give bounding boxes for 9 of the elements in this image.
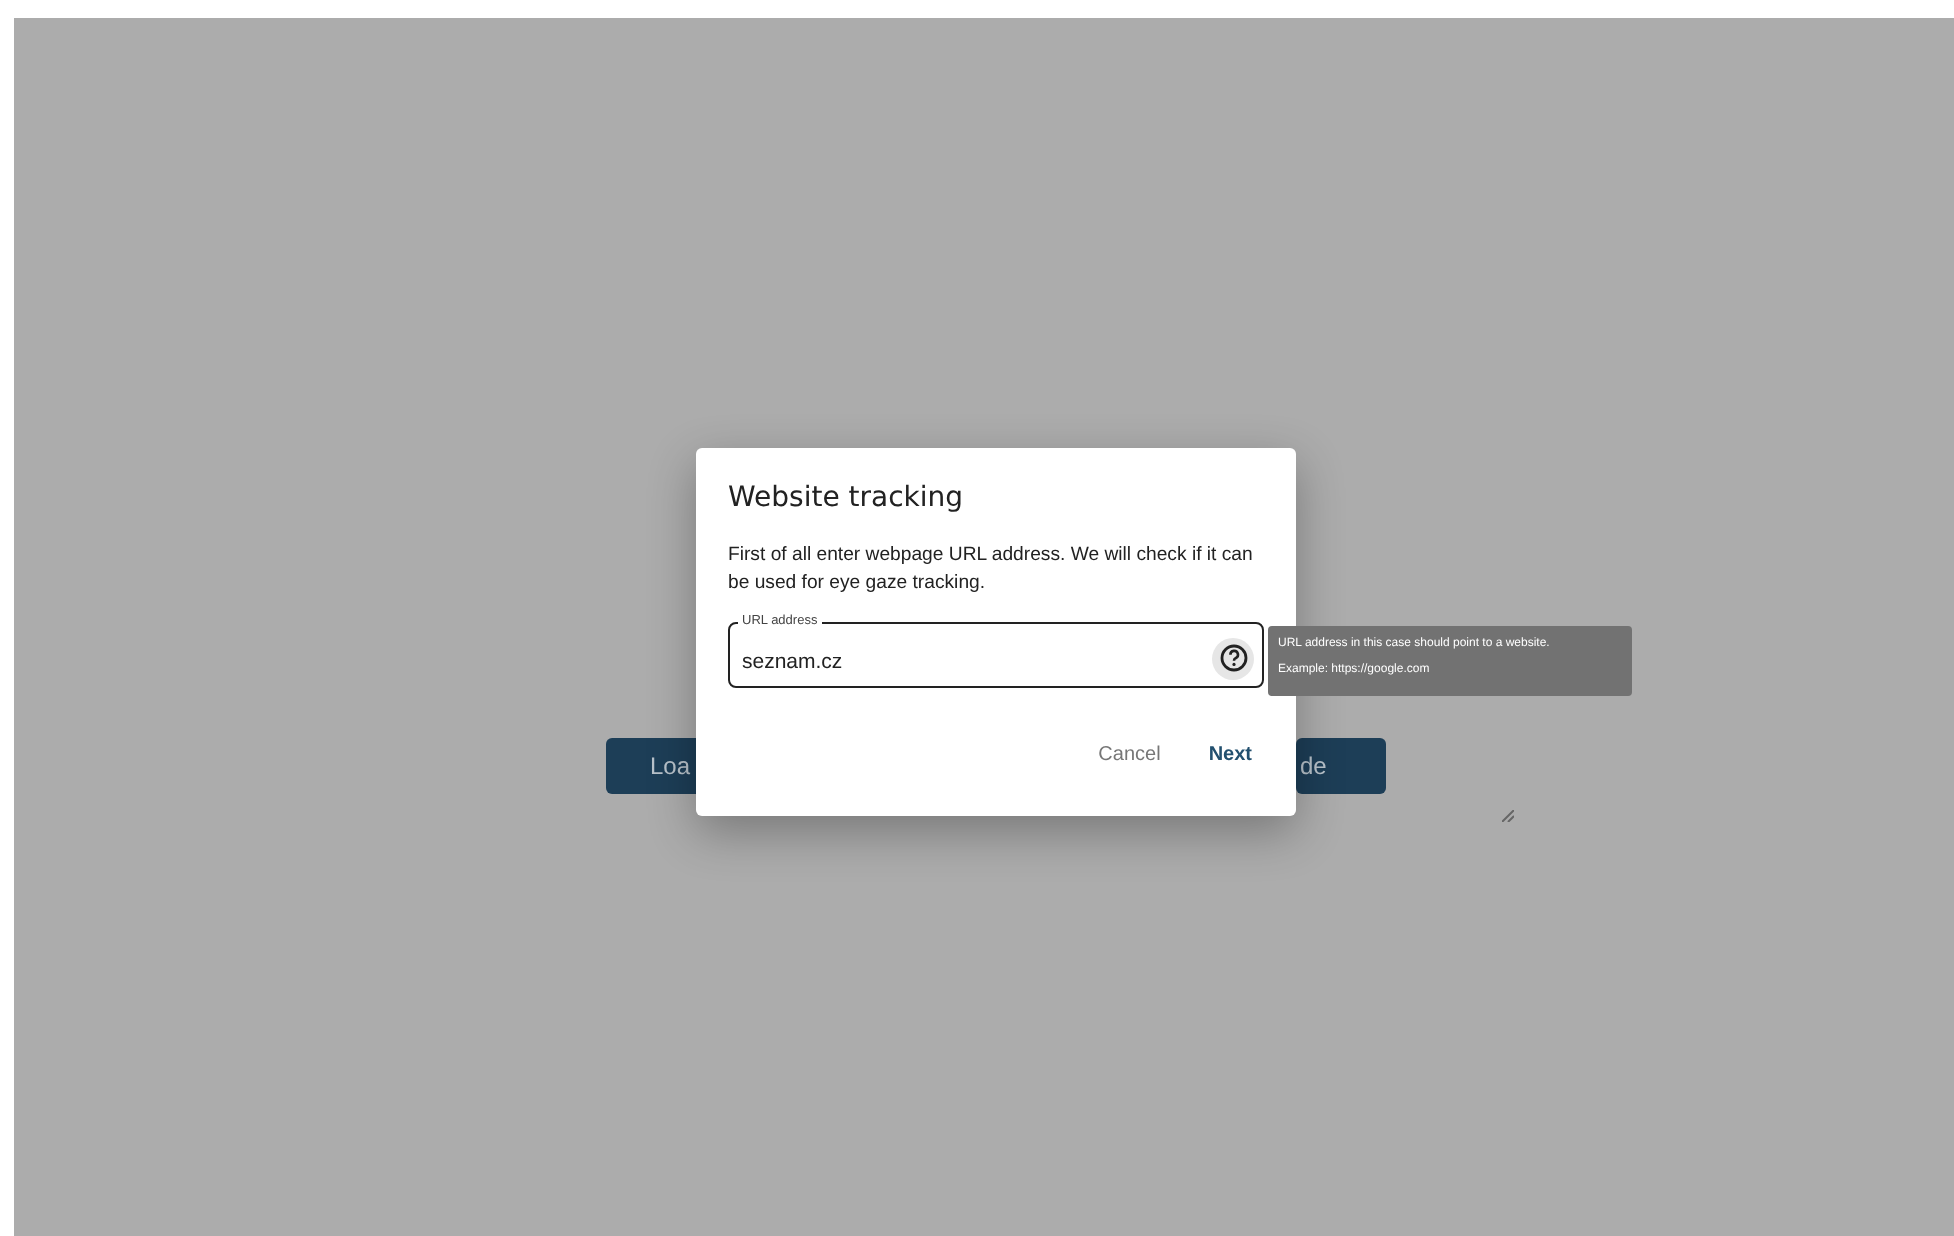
next-button[interactable]: Next <box>1196 736 1264 774</box>
resize-grip-icon <box>1502 810 1514 822</box>
help-button[interactable] <box>1212 637 1254 679</box>
dialog-title: Website tracking <box>728 482 966 514</box>
url-input[interactable]: seznam.cz <box>730 642 1212 674</box>
mode-button[interactable]: de <box>1296 738 1386 794</box>
cancel-button[interactable]: Cancel <box>1086 736 1173 774</box>
dialog-text: First of all enter webpage URL address. We will check if it can be used for eye gaze tracking. <box>728 542 1255 598</box>
help-icon <box>1219 644 1247 672</box>
